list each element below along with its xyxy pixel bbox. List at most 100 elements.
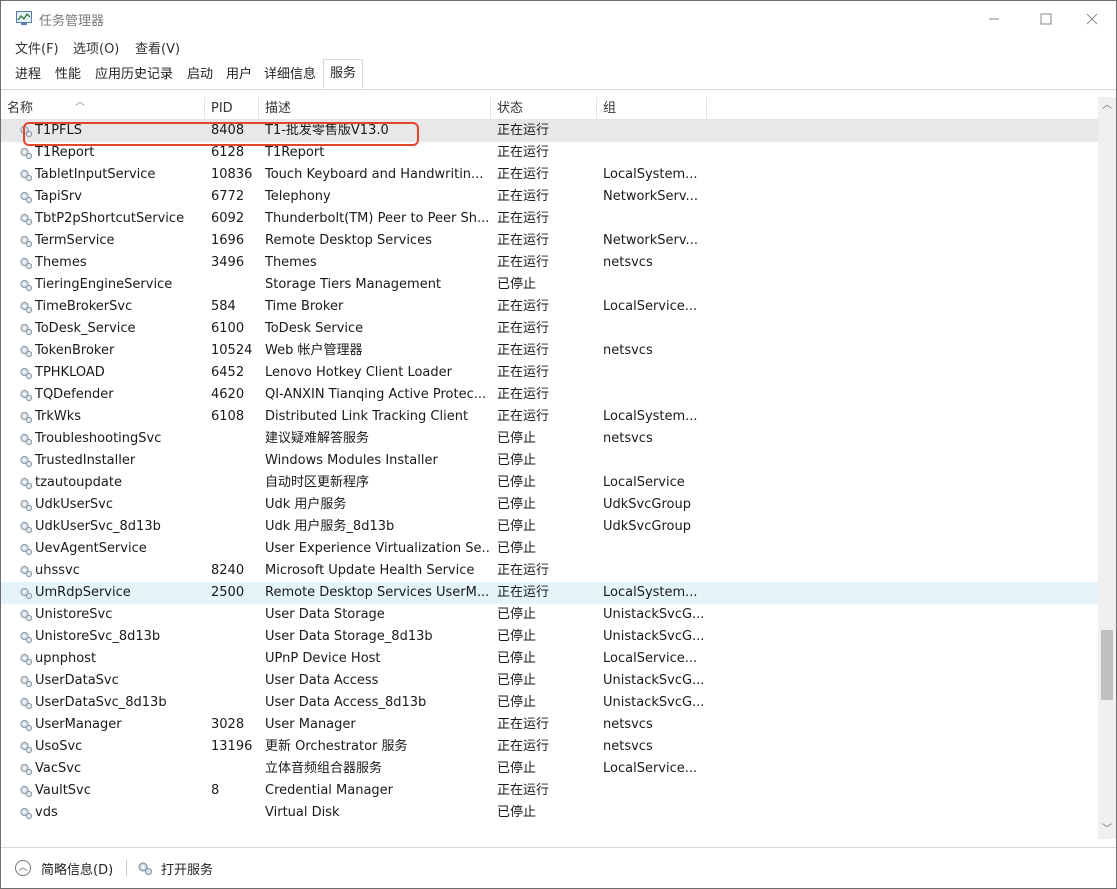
service-status: 已停止 [497, 541, 537, 556]
table-row[interactable]: UmRdpService 2500 Remote Desktop Services … [1, 582, 1098, 604]
tab-app-history[interactable]: 应用历史记录 [95, 65, 173, 89]
service-pid [205, 516, 261, 538]
service-pid [205, 604, 261, 626]
service-status: 正在运行 [497, 211, 550, 226]
table-row[interactable]: UevAgentService User Experience Virtualiz… [1, 538, 1098, 560]
service-name: UsoSvc [35, 739, 83, 754]
minimize-icon [989, 18, 999, 19]
service-name: vds [35, 805, 58, 820]
table-row[interactable]: TokenBroker 10524 Web 帐户管理器 正在运行 netsvcs [1, 340, 1098, 362]
column-header-group[interactable]: 组 [597, 97, 707, 119]
scroll-down-icon[interactable]: ﹀ [1098, 821, 1116, 839]
service-status: 已停止 [497, 805, 537, 820]
maximize-button[interactable] [1023, 1, 1069, 35]
table-row[interactable]: UserDataSvc User Data Access 已停止 UnistackSv… [1, 670, 1098, 692]
service-pid: 6100 [211, 321, 245, 336]
service-name: VacSvc [35, 761, 82, 776]
service-description: Thunderbolt(TM) Peer to Peer Sh... [265, 211, 490, 226]
table-row[interactable]: UnistoreSvc_8d13b User Data Storage_8d13b… [1, 626, 1098, 648]
table-row[interactable]: TabletInputService 10836 Touch Keyboard an… [1, 164, 1098, 186]
tab-users[interactable]: 用户 [226, 65, 252, 89]
table-row[interactable]: ToDesk_Service 6100 ToDesk Service 正在运行 [1, 318, 1098, 340]
table-row[interactable]: VaultSvc 8 Credential Manager 正在运行 [1, 780, 1098, 802]
menu-options[interactable]: 选项(O) [73, 38, 119, 57]
menu-view[interactable]: 查看(V) [135, 38, 180, 57]
service-name: TieringEngineService [35, 277, 173, 292]
service-pid: 6092 [211, 211, 245, 226]
table-row[interactable]: upnphost UPnP Device Host 已停止 LocalService.… [1, 648, 1098, 670]
service-group: UnistackSvcG... [603, 673, 705, 688]
table-row[interactable]: UnistoreSvc User Data Storage 已停止 UnistackS… [1, 604, 1098, 626]
table-row[interactable]: UsoSvc 13196 更新 Orchestrator 服务 正在运行 netsvcs [1, 736, 1098, 758]
service-group: netsvcs [603, 431, 653, 446]
table-row[interactable]: TbtP2pShortcutService 6092 Thunderbolt(TM)… [1, 208, 1098, 230]
service-group [597, 780, 707, 802]
table-row[interactable]: uhssvc 8240 Microsoft Update Health Servic… [1, 560, 1098, 582]
close-button[interactable] [1069, 1, 1115, 35]
table-row[interactable]: TPHKLOAD 6452 Lenovo Hotkey Client Loader 正… [1, 362, 1098, 384]
table-row[interactable]: VacSvc 立体音频组合器服务 已停止 LocalService... [1, 758, 1098, 780]
service-status: 正在运行 [497, 387, 550, 402]
table-row[interactable]: TQDefender 4620 QI-ANXIN Tianqing Active P… [1, 384, 1098, 406]
annotation-highlight-box [23, 122, 419, 146]
column-header-description[interactable]: 描述 [259, 97, 491, 119]
services-table: 名称 ︿ PID 描述 状态 组 T1PFLS 8408 T1-批发零售版V13.0… [1, 97, 1098, 839]
service-name: UevAgentService [35, 541, 147, 556]
task-manager-window: 任务管理器 文件(F) 选项(O) 查看(V) 进程 性能 应用历史记录 启动 … [0, 0, 1117, 889]
service-name: Themes [35, 255, 87, 270]
table-row[interactable]: vds Virtual Disk 已停止 [1, 802, 1098, 824]
scroll-thumb[interactable] [1101, 630, 1113, 700]
table-row[interactable]: UserDataSvc_8d13b User Data Access_8d13b 已… [1, 692, 1098, 714]
service-status: 正在运行 [497, 409, 550, 424]
service-pid: 8240 [211, 563, 245, 578]
service-group: LocalSystem... [603, 409, 698, 424]
collapse-circle-icon[interactable]: ︿ [15, 860, 31, 876]
table-row[interactable]: tzautoupdate 自动时区更新程序 已停止 LocalService [1, 472, 1098, 494]
column-header-status[interactable]: 状态 [491, 97, 597, 119]
tab-startup[interactable]: 启动 [187, 65, 213, 89]
service-description: Themes [265, 255, 317, 270]
table-row[interactable]: UserManager 3028 User Manager 正在运行 netsvcs [1, 714, 1098, 736]
vertical-scrollbar[interactable]: ︿ ﹀ [1098, 97, 1116, 839]
table-row[interactable]: TermService 1696 Remote Desktop Services 正在… [1, 230, 1098, 252]
table-header: 名称 ︿ PID 描述 状态 组 [1, 97, 1098, 120]
menu-file[interactable]: 文件(F) [15, 38, 59, 57]
service-pid [205, 472, 261, 494]
open-services-link[interactable]: 打开服务 [161, 859, 213, 878]
table-row[interactable]: TrkWks 6108 Distributed Link Tracking Clie… [1, 406, 1098, 428]
service-description: QI-ANXIN Tianqing Active Protec... [265, 387, 487, 402]
tab-processes[interactable]: 进程 [15, 65, 41, 89]
column-header-pid[interactable]: PID [205, 97, 259, 119]
service-name: TapiSrv [35, 189, 82, 204]
column-header-name[interactable]: 名称 ︿ [1, 97, 205, 119]
service-name: VaultSvc [35, 783, 91, 798]
service-group: LocalService... [603, 761, 698, 776]
table-row[interactable]: UdkUserSvc_8d13b Udk 用户服务_8d13b 已停止 UdkSvcG… [1, 516, 1098, 538]
title-bar: 任务管理器 [1, 1, 1116, 35]
tab-performance[interactable]: 性能 [55, 65, 81, 89]
table-row[interactable]: TimeBrokerSvc 584 Time Broker 正在运行 LocalServ… [1, 296, 1098, 318]
table-row[interactable]: TapiSrv 6772 Telephony 正在运行 NetworkServ... [1, 186, 1098, 208]
service-pid: 10524 [211, 343, 253, 358]
service-group [597, 560, 707, 582]
table-row[interactable]: Themes 3496 Themes 正在运行 netsvcs [1, 252, 1098, 274]
table-row[interactable]: UdkUserSvc Udk 用户服务 已停止 UdkSvcGroup [1, 494, 1098, 516]
service-group [597, 450, 707, 472]
service-status: 已停止 [497, 651, 537, 666]
service-pid [205, 802, 261, 824]
table-row[interactable]: TieringEngineService Storage Tiers Manage… [1, 274, 1098, 296]
less-details-link[interactable]: 简略信息(D) [41, 859, 113, 878]
table-row[interactable]: TroubleshootingSvc 建议疑难解答服务 已停止 netsvcs [1, 428, 1098, 450]
table-row[interactable]: TrustedInstaller Windows Modules Installe… [1, 450, 1098, 472]
tab-details[interactable]: 详细信息 [264, 65, 316, 89]
tab-services[interactable]: 服务 [323, 59, 364, 89]
minimize-button[interactable] [971, 1, 1017, 35]
service-status: 正在运行 [497, 365, 550, 380]
service-group [597, 142, 707, 164]
scroll-up-icon[interactable]: ︿ [1098, 97, 1116, 115]
service-group [597, 538, 707, 560]
service-group: netsvcs [603, 739, 653, 754]
service-name: UmRdpService [35, 585, 131, 600]
service-pid [205, 494, 261, 516]
service-pid: 6452 [211, 365, 245, 380]
